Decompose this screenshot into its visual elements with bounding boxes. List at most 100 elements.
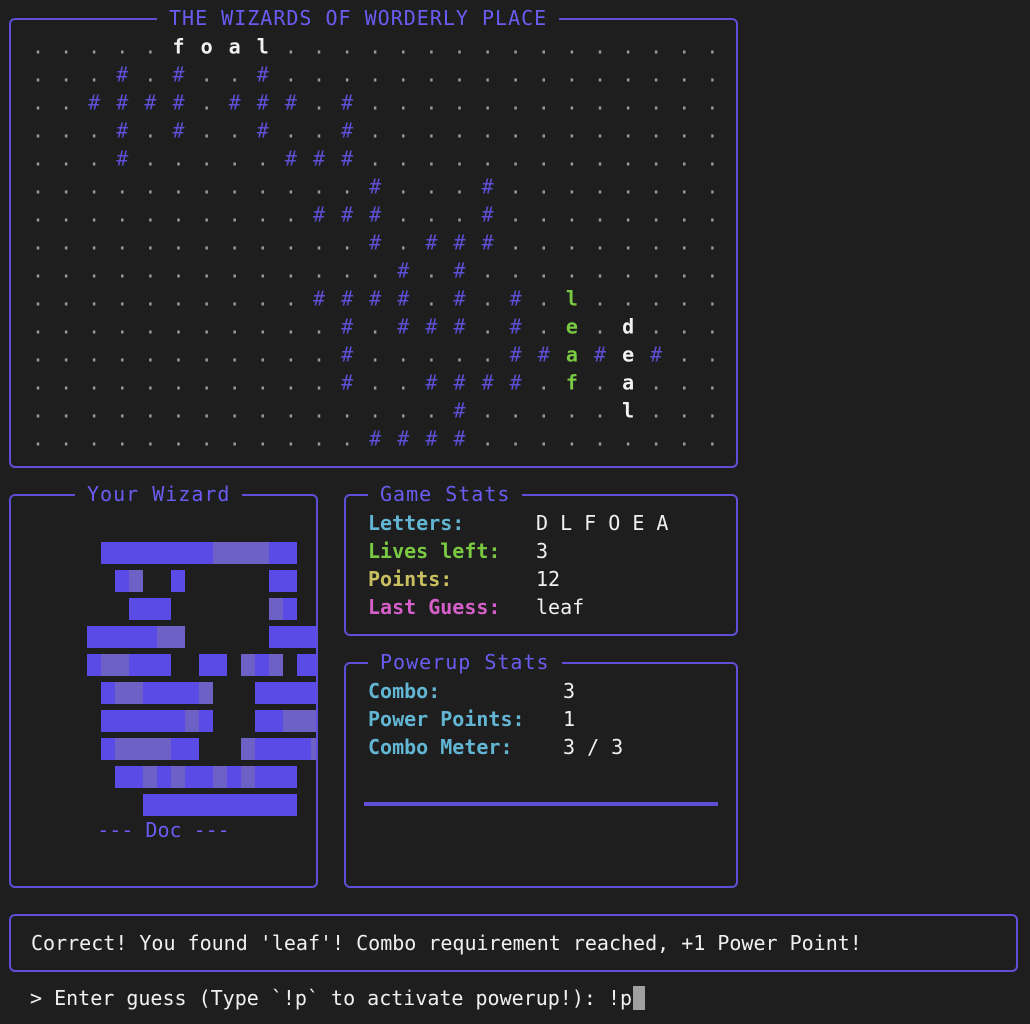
grid-dot: .	[482, 63, 494, 87]
grid-dot: .	[32, 231, 44, 255]
grid-dot: .	[594, 399, 606, 423]
grid-dot: .	[313, 427, 325, 451]
wizard-art-block	[241, 654, 255, 676]
wizard-art-block	[255, 766, 269, 788]
wizard-art-block	[115, 738, 129, 760]
grid-letter: l	[566, 287, 578, 311]
grid-dot: .	[229, 203, 241, 227]
grid-wall: #	[285, 147, 297, 171]
wizard-art-block	[171, 626, 185, 648]
grid-dot: .	[229, 231, 241, 255]
grid-dot: .	[650, 175, 662, 199]
grid-dot: .	[678, 259, 690, 283]
grid-dot: .	[397, 91, 409, 115]
grid-wall: #	[172, 119, 184, 143]
grid-dot: .	[397, 119, 409, 143]
grid-wall: #	[257, 91, 269, 115]
grid-dot: .	[229, 315, 241, 339]
wizard-art-block	[185, 682, 199, 704]
grid-dot: .	[285, 119, 297, 143]
grid-dot: .	[201, 91, 213, 115]
wizard-art-block	[199, 766, 213, 788]
grid-dot: .	[397, 35, 409, 59]
grid-dot: .	[285, 175, 297, 199]
grid-wall: #	[510, 371, 522, 395]
grid-dot: .	[650, 315, 662, 339]
grid-dot: .	[116, 203, 128, 227]
grid-dot: .	[313, 343, 325, 367]
grid-wall: #	[229, 91, 241, 115]
grid-wall: #	[453, 259, 465, 283]
wizard-art-block	[143, 710, 157, 732]
grid-dot: .	[594, 63, 606, 87]
grid-dot: .	[369, 35, 381, 59]
grid-dot: .	[60, 259, 72, 283]
grid-dot: .	[32, 371, 44, 395]
grid-wall: #	[482, 371, 494, 395]
grid-dot: .	[257, 371, 269, 395]
grid-dot: .	[482, 287, 494, 311]
grid-dot: .	[341, 427, 353, 451]
grid-dot: .	[594, 231, 606, 255]
grid-wall: #	[510, 315, 522, 339]
grid-dot: .	[313, 91, 325, 115]
grid-dot: .	[706, 427, 718, 451]
wizard-art-block	[199, 542, 213, 564]
grid-dot: .	[88, 259, 100, 283]
grid-dot: .	[32, 343, 44, 367]
grid-wall: #	[116, 63, 128, 87]
grid-dot: .	[229, 175, 241, 199]
grid-dot: .	[425, 343, 437, 367]
grid-dot: .	[285, 287, 297, 311]
wizard-art-block	[129, 570, 143, 592]
grid-dot: .	[32, 427, 44, 451]
grid-dot: .	[341, 399, 353, 423]
wizard-art-block	[255, 710, 269, 732]
wizard-art-block	[199, 794, 213, 816]
grid-dot: .	[482, 315, 494, 339]
grid-dot: .	[734, 231, 736, 255]
grid-wall: #	[482, 175, 494, 199]
grid-dot: .	[201, 399, 213, 423]
grid-dot: .	[369, 91, 381, 115]
grid-wall: #	[313, 203, 325, 227]
wizard-art-block	[101, 654, 115, 676]
grid-dot: .	[734, 371, 736, 395]
wizard-art-block	[297, 682, 311, 704]
guess-input[interactable]: !p	[608, 986, 632, 1010]
grid-dot: .	[201, 147, 213, 171]
grid-wall: #	[594, 343, 606, 367]
grid-dot: .	[482, 259, 494, 283]
grid-dot: .	[678, 63, 690, 87]
wizard-panel: Your Wizard --- Doc ---	[9, 482, 318, 888]
grid-wall: #	[425, 231, 437, 255]
wizard-art-block	[129, 598, 143, 620]
grid-dot: .	[510, 91, 522, 115]
grid-dot: .	[650, 147, 662, 171]
wizard-art-block	[269, 598, 283, 620]
wizard-art-block	[157, 766, 171, 788]
grid-dot: .	[285, 259, 297, 283]
grid-dot: .	[172, 147, 184, 171]
grid-dot: .	[229, 343, 241, 367]
wizard-art-block	[283, 626, 297, 648]
grid-dot: .	[678, 35, 690, 59]
grid-dot: .	[88, 427, 100, 451]
guess-input-line[interactable]: > Enter guess (Type `!p` to activate pow…	[30, 986, 646, 1010]
grid-dot: .	[144, 343, 156, 367]
wizard-art-block	[213, 654, 227, 676]
wizard-art-block	[199, 710, 213, 732]
wizard-art-block	[157, 710, 171, 732]
grid-dot: .	[88, 343, 100, 367]
grid-wall: #	[482, 231, 494, 255]
grid-dot: .	[594, 287, 606, 311]
combo-meter-value: 3 / 3	[563, 735, 624, 759]
grid-wall: #	[144, 91, 156, 115]
wizard-art-block	[129, 738, 143, 760]
wizard-art-block	[297, 738, 311, 760]
grid-dot: .	[257, 287, 269, 311]
grid-dot: .	[538, 63, 550, 87]
wizard-art-block	[269, 794, 283, 816]
grid-dot: .	[706, 35, 718, 59]
grid-dot: .	[369, 119, 381, 143]
